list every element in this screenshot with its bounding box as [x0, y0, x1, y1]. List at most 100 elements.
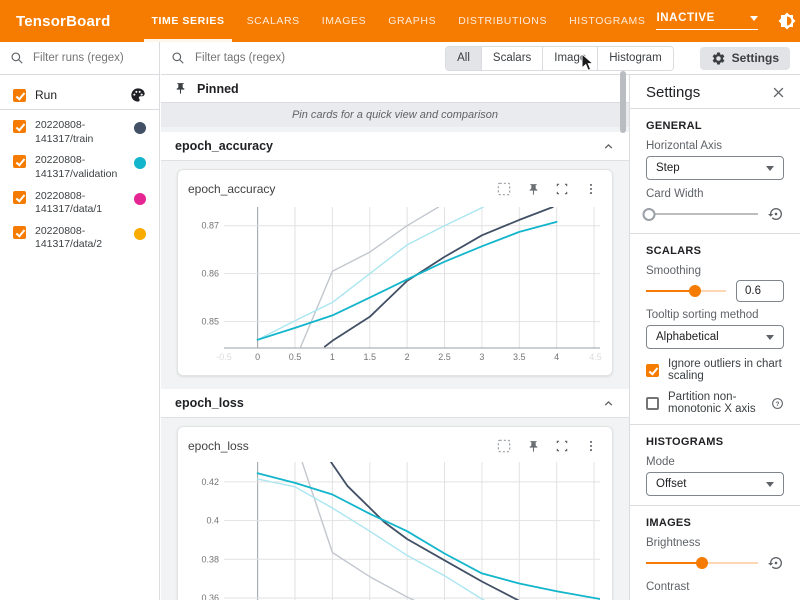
fit-to-data-icon[interactable] [496, 181, 512, 197]
epoch-accuracy-chart[interactable]: 0.850.860.87-0.500.511.522.533.544.5 [188, 202, 604, 367]
app-logo: TensorBoard [16, 13, 110, 30]
close-icon[interactable] [771, 85, 786, 100]
chevron-up-icon[interactable] [602, 397, 615, 410]
card-header: epoch_loss [188, 433, 602, 459]
partition-x-label: Partition non-monotonic X axis [668, 391, 762, 415]
ignore-outliers-row[interactable]: Ignore outliers in chart scaling [646, 358, 784, 382]
run-color-dot [134, 193, 146, 205]
horizontal-axis-select[interactable]: Step [646, 156, 784, 180]
tab-histograms[interactable]: HISTOGRAMS [558, 0, 656, 42]
svg-text:0.86: 0.86 [201, 269, 219, 279]
fit-to-data-icon[interactable] [496, 438, 512, 454]
more-options-icon[interactable] [584, 182, 598, 196]
filter-histogram-button[interactable]: Histogram [597, 47, 672, 70]
filter-scalars-button[interactable]: Scalars [481, 47, 542, 70]
smoothing-slider[interactable] [646, 284, 726, 298]
svg-text:3.5: 3.5 [513, 352, 526, 362]
reload-status-dropdown[interactable]: INACTIVE [656, 12, 758, 30]
svg-text:4: 4 [554, 352, 559, 362]
reset-brightness-icon[interactable] [768, 555, 784, 571]
theme-toggle-icon[interactable] [770, 6, 800, 36]
help-icon[interactable]: ? [771, 397, 784, 410]
reset-card-width-icon[interactable] [768, 206, 784, 222]
tab-graphs[interactable]: GRAPHS [377, 0, 447, 42]
svg-text:0.36: 0.36 [201, 593, 219, 600]
run-color-dot [134, 122, 146, 134]
filter-tags-input[interactable] [193, 51, 433, 65]
slider-knob[interactable] [696, 557, 708, 569]
horizontal-axis-value: Step [656, 162, 680, 174]
runs-header-label: Run [35, 88, 130, 102]
section-epoch-loss[interactable]: epoch_loss [161, 389, 629, 418]
section-heading: HISTOGRAMS [646, 436, 784, 448]
filter-tags-box [171, 51, 433, 65]
chevron-up-icon[interactable] [602, 140, 615, 153]
run-checkbox[interactable] [13, 120, 26, 133]
histogram-mode-value: Offset [656, 478, 686, 490]
card-width-row [646, 204, 784, 224]
run-name: 20220808-141317/validation [35, 154, 125, 181]
main-scrollbar-thumb[interactable] [620, 71, 626, 133]
section-heading: GENERAL [646, 120, 784, 132]
smoothing-value-input[interactable] [736, 280, 784, 302]
tab-scalars[interactable]: SCALARS [236, 0, 311, 42]
run-name: 20220808-141317/data/2 [35, 225, 125, 252]
card-actions [496, 181, 598, 197]
slider-knob[interactable] [643, 208, 656, 221]
fullscreen-icon[interactable] [555, 439, 569, 453]
svg-text:2: 2 [405, 352, 410, 362]
scalar-card-epoch-loss: epoch_loss 0.420.40.380.36 [177, 426, 613, 600]
run-checkbox[interactable] [13, 226, 26, 239]
card-width-label: Card Width [646, 188, 784, 200]
runs-table-header: Run [0, 81, 159, 110]
tooltip-sorting-select[interactable]: Alphabetical [646, 325, 784, 349]
filter-runs-input[interactable] [31, 51, 149, 65]
run-row-validation[interactable]: 20220808-141317/validation [0, 150, 159, 185]
svg-text:0.87: 0.87 [201, 221, 219, 231]
tensorboard-app: { "header": { "logo": "TensorBoard", "ta… [0, 0, 800, 600]
section-epoch-accuracy[interactable]: epoch_accuracy [161, 132, 629, 161]
svg-text:4.5: 4.5 [589, 352, 602, 362]
svg-text:2.5: 2.5 [438, 352, 451, 362]
pin-card-icon[interactable] [527, 183, 540, 196]
card-title: epoch_accuracy [188, 182, 496, 196]
tooltip-sorting-label: Tooltip sorting method [646, 309, 784, 321]
palette-icon [130, 87, 146, 103]
run-row-data-2[interactable]: 20220808-141317/data/2 [0, 221, 159, 256]
main-nav: TIME SERIES SCALARS IMAGES GRAPHS DISTRI… [140, 0, 656, 42]
run-checkbox[interactable] [13, 191, 26, 204]
search-icon [10, 51, 24, 65]
settings-button[interactable]: Settings [700, 47, 790, 70]
svg-text:0.42: 0.42 [201, 477, 219, 487]
card-width-slider[interactable] [646, 207, 758, 221]
tab-distributions[interactable]: DISTRIBUTIONS [447, 0, 558, 42]
section-title: epoch_accuracy [175, 139, 273, 153]
filter-all-button[interactable]: All [446, 47, 481, 70]
card-title: epoch_loss [188, 439, 496, 453]
filter-image-button[interactable]: Image [542, 47, 597, 70]
fullscreen-icon[interactable] [555, 182, 569, 196]
settings-section-images: IMAGES Brightness Contrast Show actual i… [630, 505, 800, 600]
select-all-runs-checkbox[interactable] [13, 89, 26, 102]
ignore-outliers-checkbox[interactable] [646, 364, 659, 377]
run-row-train[interactable]: 20220808-141317/train [0, 115, 159, 150]
partition-x-row[interactable]: Partition non-monotonic X axis ? [646, 391, 784, 415]
brightness-slider[interactable] [646, 556, 758, 570]
pinned-label: Pinned [197, 82, 239, 96]
runs-sidebar: Run 20220808-141317/train 20220808-14131… [0, 42, 160, 600]
pin-card-icon[interactable] [527, 440, 540, 453]
card-header: epoch_accuracy [188, 176, 602, 202]
tab-time-series[interactable]: TIME SERIES [140, 0, 235, 42]
run-row-data-1[interactable]: 20220808-141317/data/1 [0, 186, 159, 221]
runs-list: 20220808-141317/train 20220808-141317/va… [0, 110, 159, 261]
slider-knob[interactable] [689, 285, 701, 297]
more-options-icon[interactable] [584, 439, 598, 453]
epoch-loss-chart[interactable]: 0.420.40.380.36 [188, 459, 604, 600]
histogram-mode-select[interactable]: Offset [646, 472, 784, 496]
tab-images[interactable]: IMAGES [311, 0, 377, 42]
card-actions [496, 438, 598, 454]
histogram-mode-label: Mode [646, 456, 784, 468]
run-checkbox[interactable] [13, 155, 26, 168]
cards-area: Pinned Pin cards for a quick view and co… [161, 75, 629, 600]
partition-x-checkbox[interactable] [646, 397, 659, 410]
